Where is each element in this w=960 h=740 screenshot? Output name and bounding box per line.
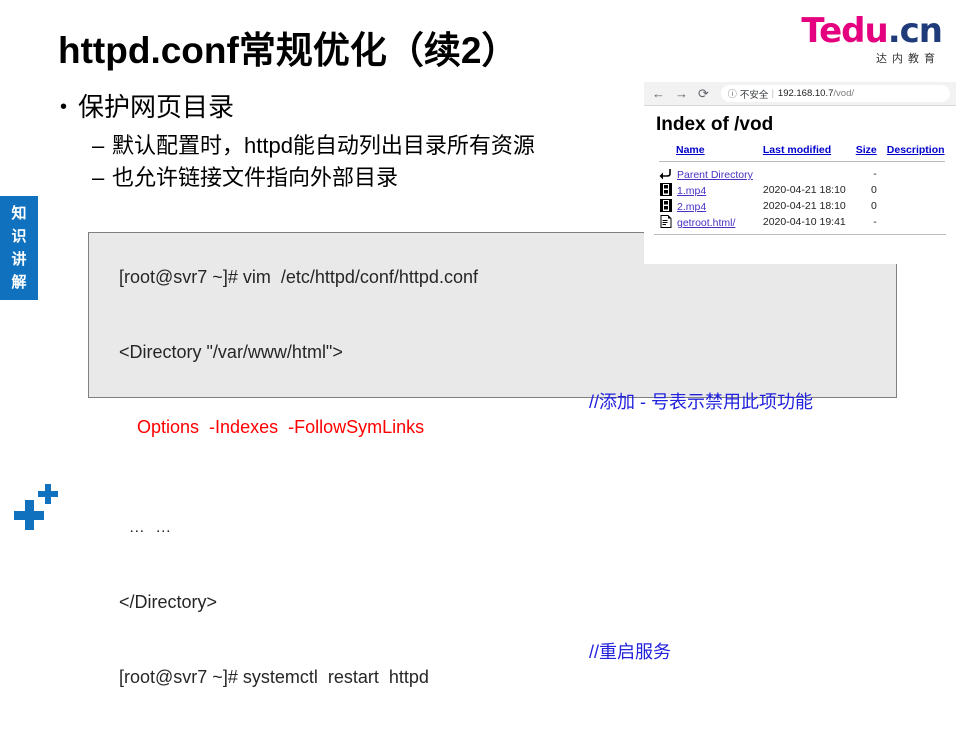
code-line-4-text: … … [128, 519, 175, 536]
logo-letters-edu: edu [819, 11, 889, 51]
logo-wordmark: Tedu.cn [782, 11, 943, 51]
section-tag-knowledge: 知 识 讲 解 [0, 196, 38, 300]
row-modified-cell [758, 166, 851, 182]
security-label: 不安全 [739, 89, 769, 101]
table-row[interactable]: Parent Directory - [654, 166, 950, 182]
directory-listing-table: Name Last modified Size Description Pare… [654, 144, 950, 230]
html-file-icon [659, 215, 673, 228]
code-comment-1: //添加 - 号表示禁用此项功能 [589, 392, 813, 412]
bullet-level2-1: – 默认配置时，httpd能自动列出目录所有资源 [60, 130, 680, 162]
row-description-cell [882, 198, 950, 214]
logo-letter-t: T [801, 11, 820, 51]
url-host: 192.168.10.7 [777, 88, 834, 99]
row-name-cell[interactable]: 2.mp4 [654, 198, 758, 214]
code-line-4: … … [99, 490, 896, 565]
row-description-cell [882, 166, 950, 182]
row-name-cell[interactable]: getroot.html/ [654, 214, 758, 230]
tedu-logo: Tedu.cn 达内教育 [782, 11, 943, 70]
reload-icon[interactable]: ⟳ [698, 87, 709, 100]
video-file-icon [659, 199, 673, 212]
dash-marker: – [92, 133, 105, 158]
row-description-cell [882, 182, 950, 198]
decor-plus-large [14, 500, 44, 530]
code-line-1-text: [root@svr7 ~]# vim /etc/httpd/conf/httpd… [119, 267, 478, 287]
info-circle-icon[interactable]: ⓘ [728, 87, 737, 100]
code-line-6-text: [root@svr7 ~]# systemctl restart httpd [119, 667, 429, 687]
row-name-cell[interactable]: Parent Directory [654, 166, 758, 182]
code-line-3: Options -Indexes -FollowSymLinks //添加 - … [99, 390, 896, 490]
code-line-2: <Directory "/var/www/html"> [99, 315, 896, 390]
file-link-getroot[interactable]: getroot.html/ [677, 217, 735, 229]
row-size-cell: 0 [870, 200, 877, 212]
row-modified-cell: 2020-04-21 18:10 [762, 184, 846, 196]
table-header-row: Name Last modified Size Description [654, 144, 950, 158]
page-title: httpd.conf常规优化（续2） [58, 30, 519, 71]
side-tag-char-1: 知 [11, 205, 27, 222]
code-line-6: [root@svr7 ~]# systemctl restart httpd /… [99, 640, 896, 740]
parent-directory-icon [659, 167, 673, 180]
bullet-list: • 保护网页目录 – 默认配置时，httpd能自动列出目录所有资源 – 也允许链接文件… [60, 90, 680, 194]
bullet-level2-1-text: 默认配置时，httpd能自动列出目录所有资源 [112, 133, 535, 158]
column-header-last-modified[interactable]: Last modified [758, 144, 851, 158]
forward-arrow-icon[interactable]: → [675, 87, 688, 100]
side-tag-char-4: 解 [11, 274, 27, 291]
omnibox-separator: | [771, 88, 774, 99]
side-tag-char-3: 讲 [11, 251, 27, 268]
address-bar[interactable]: ⓘ 不安全 | 192.168.10.7/vod/ [720, 85, 950, 102]
code-comment-2: //重启服务 [589, 642, 672, 662]
listing-footer-divider [654, 234, 946, 235]
table-row[interactable]: getroot.html/ 2020-04-10 19:41 - [654, 214, 950, 230]
bullet-level1: • 保护网页目录 [60, 90, 680, 124]
bullet-level2-2: – 也允许链接文件指向外部目录 [60, 162, 680, 194]
row-size-cell: - [873, 168, 877, 180]
divider-cell [654, 158, 950, 166]
code-line-2-text: <Directory "/var/www/html"> [119, 342, 343, 362]
bullet-level1-text: 保护网页目录 [78, 92, 235, 122]
file-link-1mp4[interactable]: 1.mp4 [677, 185, 706, 197]
side-tag-char-2: 识 [11, 228, 27, 245]
row-name-cell[interactable]: 1.mp4 [654, 182, 758, 198]
row-size-cell: - [873, 216, 877, 228]
row-modified-cell: 2020-04-10 19:41 [762, 216, 846, 228]
index-heading: Index of /vod [656, 114, 774, 135]
browser-screenshot: ← → ⟳ ⓘ 不安全 | 192.168.10.7/vod/ Index of… [644, 82, 956, 264]
column-header-name[interactable]: Name [654, 144, 758, 158]
logo-subtitle: 达内教育 [876, 52, 940, 65]
row-size-cell: 0 [870, 184, 877, 196]
bullet-marker: • [60, 96, 68, 118]
bullet-level2-2-text: 也允许链接文件指向外部目录 [112, 165, 399, 190]
video-file-icon [659, 183, 673, 196]
code-line-5: </Directory> [99, 565, 896, 640]
file-link-2mp4[interactable]: 2.mp4 [677, 201, 706, 213]
column-header-description[interactable]: Description [882, 144, 950, 158]
table-row[interactable]: 2.mp4 2020-04-21 18:10 0 [654, 198, 950, 214]
url-path: /vod/ [833, 88, 854, 99]
browser-toolbar: ← → ⟳ ⓘ 不安全 | 192.168.10.7/vod/ [644, 82, 956, 106]
dash-marker: – [92, 165, 105, 190]
row-modified-cell: 2020-04-21 18:10 [762, 200, 846, 212]
table-row[interactable]: 1.mp4 2020-04-21 18:10 0 [654, 182, 950, 198]
row-description-cell [882, 214, 950, 230]
code-line-5-text: </Directory> [119, 592, 218, 612]
directory-index-page: Index of /vod Name Last modified Size De… [644, 106, 956, 235]
column-header-size[interactable]: Size [851, 144, 882, 158]
back-arrow-icon[interactable]: ← [652, 87, 665, 100]
parent-directory-link[interactable]: Parent Directory [677, 169, 753, 181]
code-line-3-text: Options -Indexes -FollowSymLinks [137, 417, 425, 437]
logo-letters-cn: .cn [887, 11, 943, 51]
header-divider [654, 158, 950, 166]
